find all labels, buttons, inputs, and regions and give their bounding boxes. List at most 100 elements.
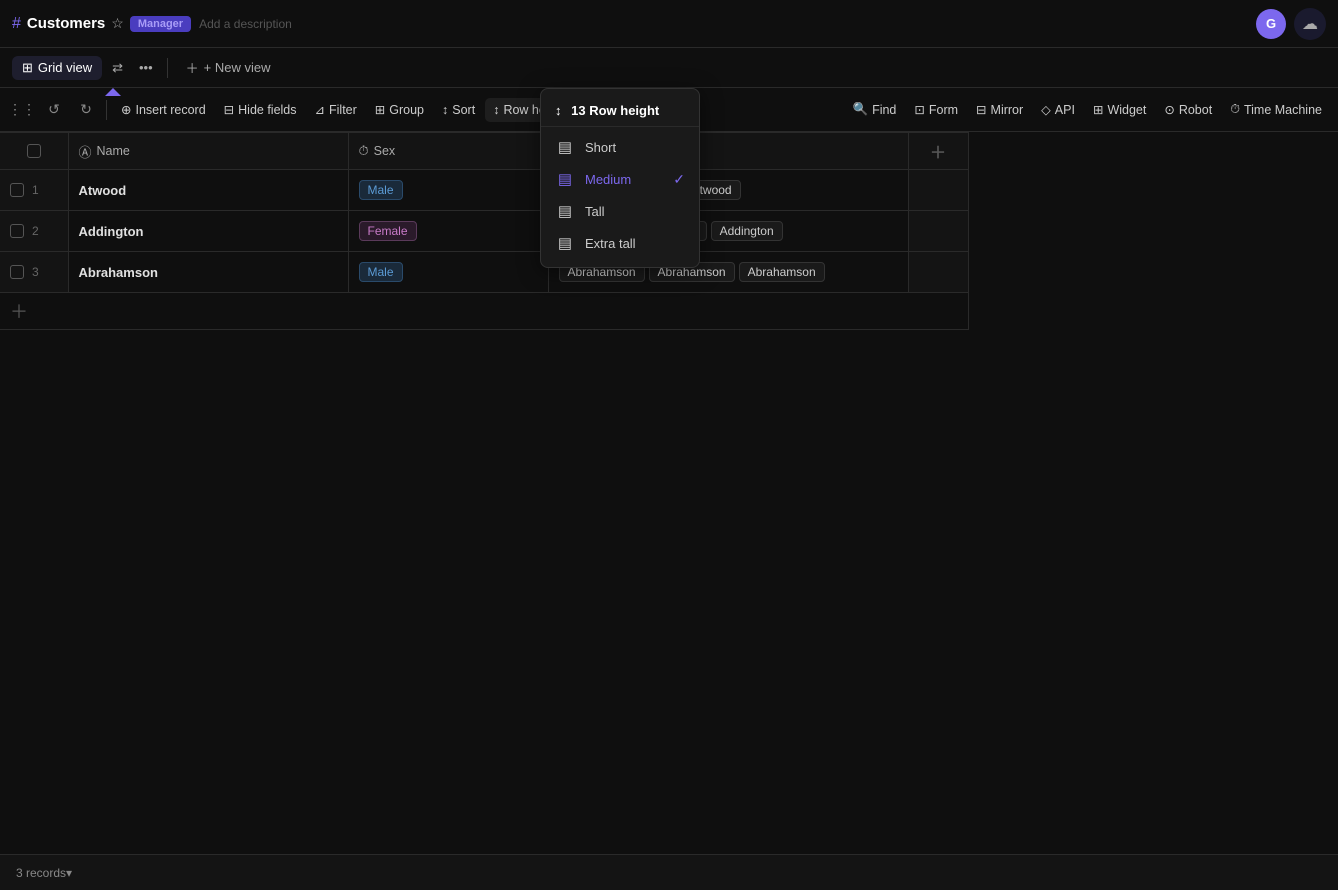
- row-height-tall[interactable]: ▤ Tall: [541, 195, 699, 227]
- records-count[interactable]: 3 records▾: [16, 866, 72, 880]
- extra-tall-icon: ▤: [555, 234, 575, 252]
- sex-col-icon: ⏱: [359, 143, 369, 159]
- star-icon[interactable]: ☆: [111, 15, 124, 32]
- add-row-btn[interactable]: ＋: [0, 293, 968, 329]
- group-label: Group: [389, 103, 424, 117]
- hide-fields-btn[interactable]: ⊟ Hide fields: [216, 97, 305, 122]
- row-1-name: Atwood: [79, 183, 127, 198]
- view-bar-separator: [167, 58, 168, 78]
- form-btn[interactable]: ⊡ Form: [906, 97, 966, 122]
- new-view-btn[interactable]: ＋ + New view: [176, 54, 281, 81]
- medium-label: Medium: [585, 172, 631, 187]
- row-height-icon: ↕: [493, 103, 499, 117]
- row-num-1: 1: [0, 170, 68, 211]
- avatar[interactable]: G: [1256, 9, 1286, 39]
- form-label: Form: [929, 103, 958, 117]
- row-num-2: 2: [0, 211, 68, 252]
- row-3-name-cell[interactable]: Abrahamson: [68, 252, 348, 293]
- mirror-label: Mirror: [991, 103, 1024, 117]
- find-btn[interactable]: 🔍 Find: [844, 97, 904, 122]
- row-2-visit-3: Addington: [711, 221, 783, 241]
- sex-col-header[interactable]: ⏱ Sex: [348, 133, 548, 170]
- robot-btn[interactable]: ⊙ Robot: [1156, 97, 1220, 122]
- undo-icon[interactable]: ↺: [40, 96, 68, 124]
- short-label: Short: [585, 140, 616, 155]
- new-view-label: + New view: [204, 60, 271, 75]
- time-machine-btn[interactable]: ⏱ Time Machine: [1222, 97, 1330, 122]
- api-icon: ◇: [1041, 102, 1051, 117]
- filter-label: Filter: [329, 103, 357, 117]
- filter-btn[interactable]: ⊿ Filter: [307, 97, 365, 122]
- insert-record-btn[interactable]: ⊕ Insert record: [113, 97, 214, 122]
- plus-icon: ＋: [186, 58, 199, 77]
- medium-icon: ▤: [555, 170, 575, 188]
- table-title: Customers: [27, 15, 105, 32]
- add-description[interactable]: Add a description: [199, 17, 292, 31]
- cloud-icon-btn[interactable]: ☁: [1294, 8, 1326, 40]
- mirror-btn[interactable]: ⊟ Mirror: [968, 97, 1031, 122]
- insert-icon: ⊕: [121, 102, 131, 117]
- row-1-sex-cell[interactable]: Male: [348, 170, 548, 211]
- grid-icon: ⊞: [22, 60, 33, 76]
- row-3-sex-cell[interactable]: Male: [348, 252, 548, 293]
- group-btn[interactable]: ⊞ Group: [367, 97, 432, 122]
- row-3-checkbox[interactable]: [10, 265, 24, 279]
- row-2-sex-cell[interactable]: Female: [348, 211, 548, 252]
- sort-icon: ↕: [442, 103, 448, 117]
- row-height-extra-tall[interactable]: ▤ Extra tall: [541, 227, 699, 259]
- insert-record-label: Insert record: [135, 103, 205, 117]
- add-col-header[interactable]: ＋: [908, 133, 968, 170]
- medium-check: ✓: [673, 171, 685, 188]
- row-2-checkbox[interactable]: [10, 224, 24, 238]
- row-3-sex-tag: Male: [359, 262, 403, 282]
- hide-fields-label: Hide fields: [238, 103, 296, 117]
- row-1-checkbox[interactable]: [10, 183, 24, 197]
- row-height-icon-popup: ↕: [555, 103, 562, 118]
- manager-badge: Manager: [130, 16, 191, 32]
- widget-btn[interactable]: ⊞ Widget: [1085, 97, 1154, 122]
- hide-icon: ⊟: [224, 102, 234, 117]
- select-all-checkbox[interactable]: [27, 144, 41, 158]
- row-2-name: Addington: [79, 224, 144, 239]
- row-3-name: Abrahamson: [79, 265, 158, 280]
- hash-icon: #: [12, 15, 21, 33]
- widget-label: Widget: [1107, 103, 1146, 117]
- api-label: API: [1055, 103, 1075, 117]
- filter-icon-btn[interactable]: ⇄: [106, 56, 129, 80]
- sidebar-toggle-icon[interactable]: ⋮⋮: [8, 96, 36, 124]
- row-1-sex-tag: Male: [359, 180, 403, 200]
- find-icon: 🔍: [852, 102, 868, 117]
- row-3-add-col: [908, 252, 968, 293]
- row-1-name-cell[interactable]: Atwood: [68, 170, 348, 211]
- top-bar-right: G ☁: [1256, 8, 1326, 40]
- redo-icon[interactable]: ↻: [72, 96, 100, 124]
- name-col-header[interactable]: Ⓐ Name: [68, 133, 348, 170]
- row-2-sex-tag: Female: [359, 221, 417, 241]
- name-col-icon: Ⓐ: [79, 142, 92, 161]
- api-btn[interactable]: ◇ API: [1033, 97, 1083, 122]
- row-height-short[interactable]: ▤ Short: [541, 131, 699, 163]
- header-row: Ⓐ Name ⏱ Sex ⧉ Visit History: [0, 133, 968, 170]
- sort-label: Sort: [452, 103, 475, 117]
- row-height-medium[interactable]: ▤ Medium ✓: [541, 163, 699, 195]
- row-2-add-col: [908, 211, 968, 252]
- name-col-label: Name: [97, 144, 130, 158]
- filter-icon: ⊿: [315, 102, 325, 117]
- more-view-options[interactable]: •••: [133, 56, 159, 79]
- row-1-add-col: [908, 170, 968, 211]
- popup-title: ↕ 13 Row height: [541, 97, 699, 127]
- sort-btn[interactable]: ↕ Sort: [434, 98, 483, 122]
- view-bar: ⊞ Grid view ⇄ ••• ＋ + New view: [0, 48, 1338, 88]
- row-2-num: 2: [32, 224, 39, 238]
- grid-view-btn[interactable]: ⊞ Grid view: [12, 56, 102, 80]
- short-icon: ▤: [555, 138, 575, 156]
- add-row: ＋: [0, 293, 968, 330]
- time-machine-icon: ⏱: [1230, 102, 1240, 117]
- row-height-popup: ↕ 13 Row height ▤ Short ▤ Medium ✓ ▤ Tal…: [540, 88, 700, 268]
- toolbar-sep-1: [106, 100, 107, 120]
- row-2-name-cell[interactable]: Addington: [68, 211, 348, 252]
- grid-view-label: Grid view: [38, 60, 92, 75]
- add-field-btn[interactable]: ＋: [909, 133, 968, 169]
- add-row-cell[interactable]: ＋: [0, 293, 968, 330]
- table-row: 2 Addington Female Addington Add: [0, 211, 968, 252]
